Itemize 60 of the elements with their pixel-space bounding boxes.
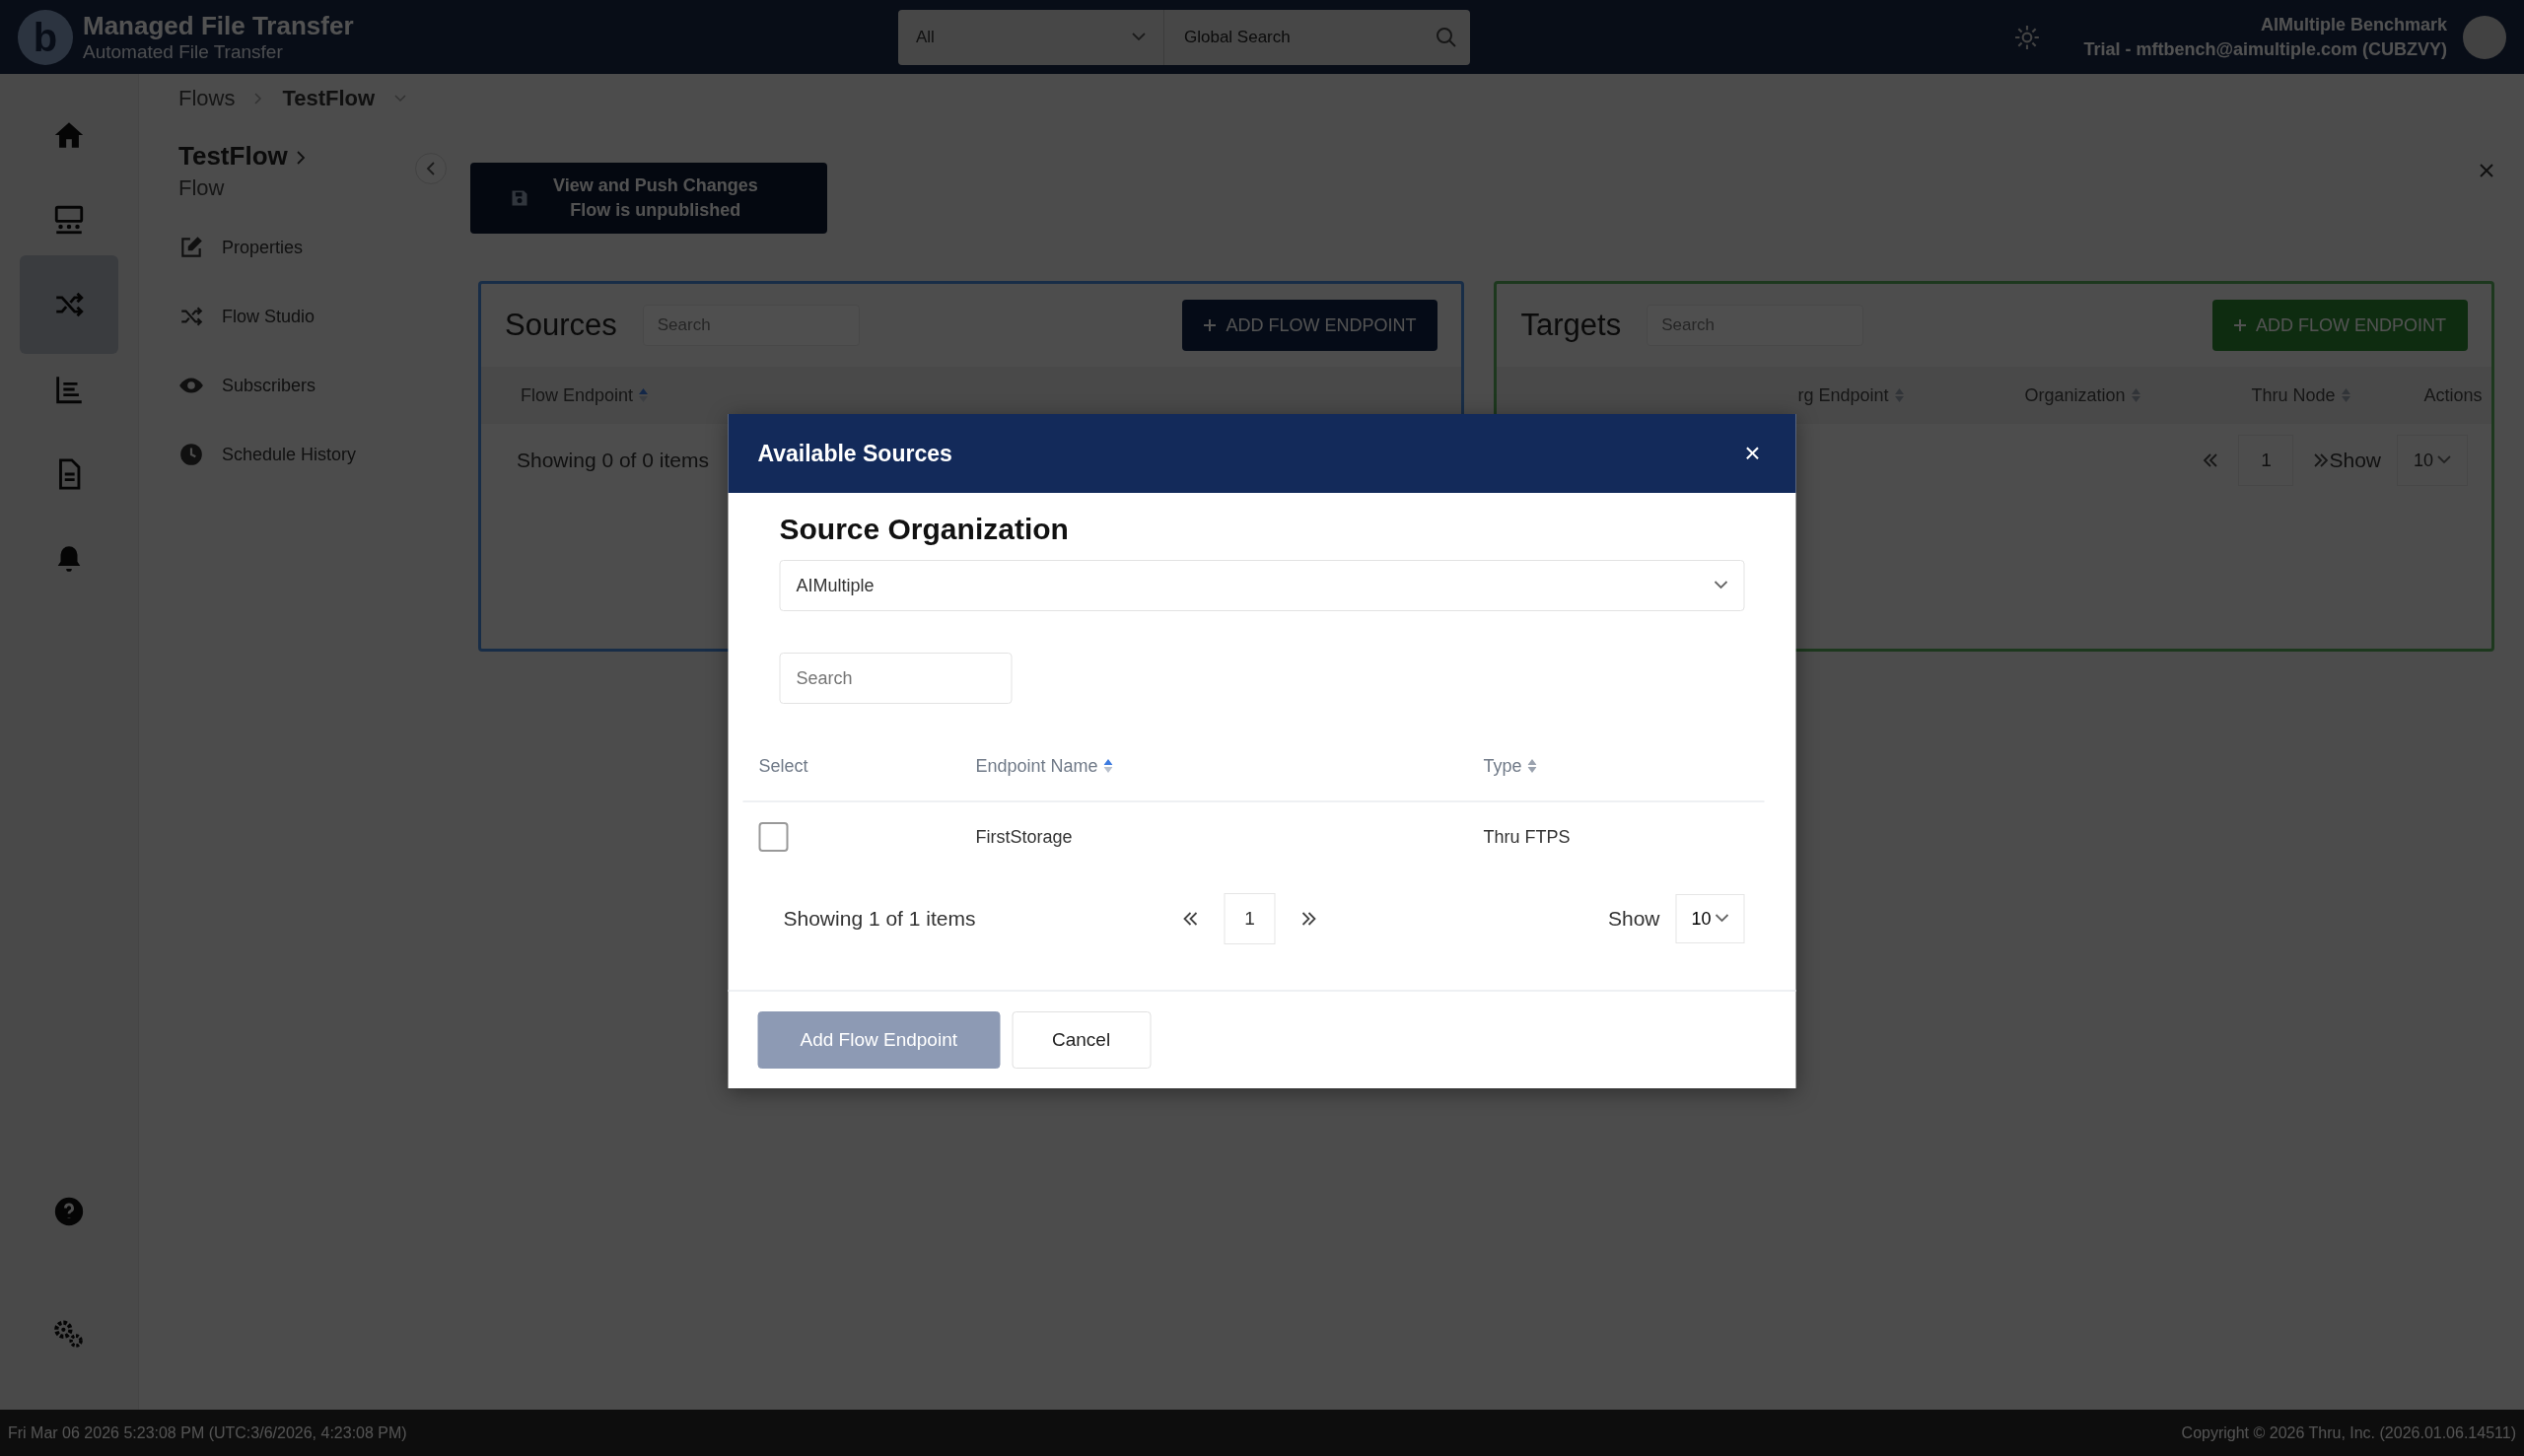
avatar[interactable]	[2463, 15, 2506, 59]
copyright: Copyright © 2026 Thru, Inc. (2026.01.06.14511)	[2181, 1423, 2516, 1442]
dialog-close-button[interactable]: ×	[1738, 438, 1767, 469]
section-heading: Source Organization	[779, 513, 1070, 546]
column-header[interactable]: Type	[1483, 755, 1522, 777]
subnav-link[interactable]: Properties	[222, 237, 304, 258]
global-search-field[interactable]: Global Search	[1163, 27, 1435, 47]
subnav-link[interactable]: Subscribers	[222, 375, 316, 396]
items-count: Showing 0 of 0 items	[517, 449, 709, 472]
search-icon[interactable]	[1434, 25, 1458, 49]
page-size-dropdown[interactable]: 10	[2397, 435, 2468, 486]
cancel-button[interactable]: Cancel	[1012, 1011, 1152, 1069]
table-cell-text: Thru FTPS	[1483, 826, 1572, 848]
help-icon	[52, 1195, 86, 1228]
items-count: Showing 1 of 1 items	[783, 907, 976, 931]
dashboard-icon	[52, 203, 86, 237]
column-header[interactable]: Endpoint Name	[975, 755, 1098, 777]
show-label: Show	[1607, 907, 1660, 931]
sort-icon[interactable]	[639, 388, 649, 402]
dialog-title: Available Sources	[757, 440, 952, 467]
subnav-link[interactable]: Flow Studio	[222, 306, 316, 327]
app-title: Managed File Transfer	[83, 11, 354, 41]
page-size-dropdown[interactable]: 10	[1675, 894, 1745, 943]
flow-title: TestFlow	[178, 141, 288, 171]
sort-icon[interactable]	[1103, 759, 1113, 773]
user-name: AIMultiple Benchmark	[2259, 14, 2447, 35]
chevron-icon	[425, 162, 437, 175]
caret-icon[interactable]	[394, 95, 407, 103]
chevron-icon	[254, 93, 263, 104]
next-page-icon[interactable]	[1300, 912, 1317, 926]
edit-icon	[178, 235, 204, 260]
plus-icon	[2234, 319, 2246, 331]
breadcrumb-current[interactable]: TestFlow	[282, 86, 376, 111]
user-account: Trial - mftbench@aimultiple.com (CUBZVY)	[2083, 38, 2447, 60]
chevron-icon[interactable]	[295, 151, 307, 165]
add-endpoint-button[interactable]: ADD FLOW ENDPOINT	[1182, 300, 1438, 351]
push-changes-button[interactable]: View and Push Changes Flow is unpublished	[470, 163, 827, 234]
column-header[interactable]: Select	[758, 755, 808, 777]
page-number[interactable]: 1	[1224, 893, 1276, 944]
timestamp: Fri Mar 06 2026 5:23:08 PM (UTC:3/6/2026, 4:23:08 PM)	[8, 1423, 407, 1442]
organization-dropdown[interactable]: AIMultiple	[779, 560, 1745, 611]
subnav-link[interactable]: Schedule History	[222, 444, 357, 465]
plus-icon	[1204, 319, 1217, 331]
close-icon[interactable]	[2479, 163, 2494, 178]
page-number[interactable]: 1	[2238, 435, 2294, 486]
theme-toggle-icon[interactable]	[2014, 24, 2041, 50]
panel-title: Sources	[505, 308, 617, 343]
add-endpoint-button[interactable]: ADD FLOW ENDPOINT	[2212, 300, 2468, 351]
app-subtitle: Automated File Transfer	[83, 41, 284, 63]
nav-rail-item[interactable]	[20, 255, 118, 354]
show-label: Show	[2329, 449, 2381, 472]
sort-icon[interactable]	[1527, 759, 1537, 773]
previous-page-icon[interactable]	[1182, 912, 1199, 926]
row-checkbox[interactable]	[758, 822, 789, 852]
collapse-button[interactable]	[415, 153, 447, 184]
search-field[interactable]: Search	[779, 653, 1013, 704]
panel-title: Targets	[1520, 308, 1622, 343]
save-icon	[510, 188, 529, 208]
clock-icon	[178, 442, 204, 467]
table-cell-text: FirstStorage	[975, 826, 1074, 848]
